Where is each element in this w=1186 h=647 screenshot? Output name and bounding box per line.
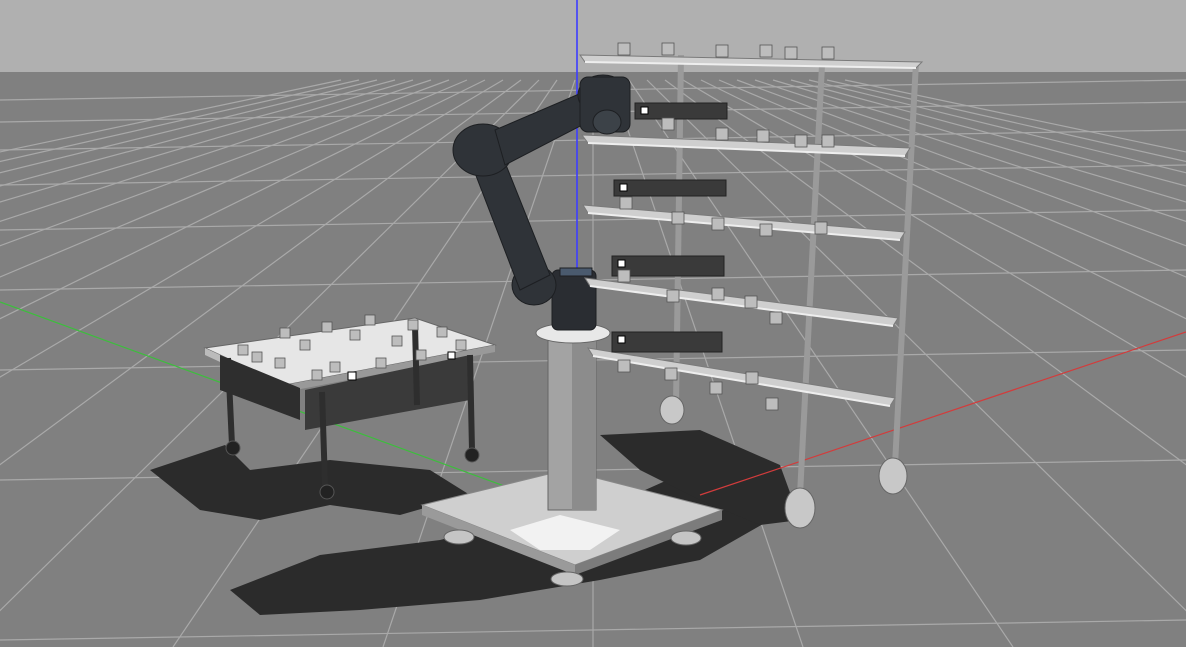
block <box>711 217 725 231</box>
block <box>821 134 835 148</box>
block <box>814 221 828 235</box>
block <box>251 351 263 363</box>
block <box>745 371 759 385</box>
block <box>759 44 773 58</box>
arm-base-ring <box>559 267 593 277</box>
block <box>617 269 631 283</box>
3d-scene[interactable] <box>0 0 1186 647</box>
block <box>666 289 680 303</box>
block <box>784 46 798 60</box>
tray-marker <box>617 335 626 344</box>
block <box>436 326 448 338</box>
block <box>765 397 779 411</box>
block <box>664 367 678 381</box>
block <box>709 381 723 395</box>
block <box>661 117 675 131</box>
block <box>407 319 419 331</box>
block <box>671 211 685 225</box>
tray-marker <box>619 183 628 192</box>
block <box>455 339 467 351</box>
block <box>391 335 403 347</box>
block <box>349 329 361 341</box>
block <box>329 361 341 373</box>
block <box>321 321 333 333</box>
block <box>715 127 729 141</box>
block <box>769 311 783 325</box>
block <box>617 359 631 373</box>
block <box>299 339 311 351</box>
block <box>744 295 758 309</box>
block <box>617 42 631 56</box>
block <box>311 369 323 381</box>
block <box>711 287 725 301</box>
tray-marker <box>640 106 649 115</box>
tray <box>611 331 723 353</box>
pedestal-column-shade <box>572 338 596 510</box>
simulation-viewport[interactable] <box>0 0 1186 647</box>
tray <box>613 179 727 197</box>
tray-marker <box>617 259 626 268</box>
block <box>715 44 729 58</box>
block <box>274 357 286 369</box>
block <box>375 357 387 369</box>
block <box>821 46 835 60</box>
block <box>619 196 633 210</box>
arm-tool-flange <box>592 109 622 135</box>
block <box>237 344 249 356</box>
block <box>661 42 675 56</box>
block <box>756 129 770 143</box>
tray <box>634 102 728 120</box>
block <box>415 349 427 361</box>
block <box>364 314 376 326</box>
block <box>794 134 808 148</box>
block <box>279 327 291 339</box>
block <box>759 223 773 237</box>
